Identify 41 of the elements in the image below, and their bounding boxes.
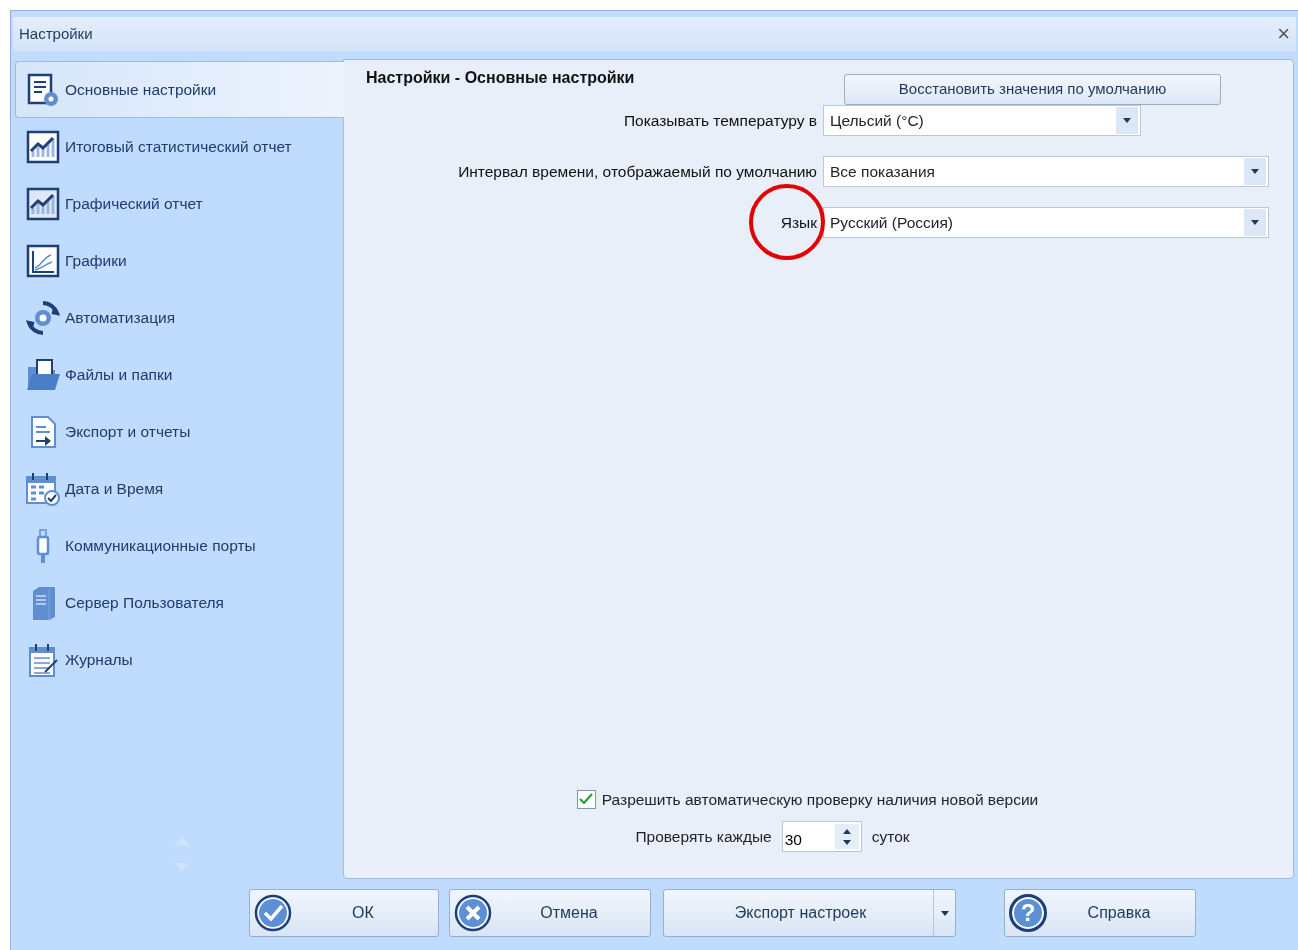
sidebar-item[interactable]: Экспорт и отчеты: [15, 403, 343, 460]
chart-icon: [25, 185, 61, 222]
sidebar-item[interactable]: Основные настройки: [15, 61, 344, 118]
sidebar-item[interactable]: Графики: [15, 232, 343, 289]
chart-icon: [25, 128, 61, 165]
unit-label: суток: [871, 826, 910, 847]
checkbox-label: Разрешить автоматическую проверку наличия новой версии: [601, 789, 1039, 810]
sidebar-item[interactable]: Графический отчет: [15, 175, 343, 232]
dropdown[interactable]: Все показания: [823, 156, 1269, 187]
spinner-arrows-icon[interactable]: [834, 824, 859, 849]
sidebar-item[interactable]: Итоговый статистический отчет: [15, 118, 343, 175]
settings-icon: [25, 71, 61, 108]
sync-icon: [25, 299, 61, 336]
setting-label: Показывать температуру в: [623, 110, 817, 131]
restore-defaults-button[interactable]: Восстановить значения по умолчанию: [844, 74, 1221, 105]
check-icon: [254, 894, 292, 932]
sidebar-item[interactable]: Автоматизация: [15, 289, 343, 346]
close-icon: [454, 894, 492, 932]
dialog-button[interactable]: Отмена: [449, 889, 651, 937]
checkbox[interactable]: [576, 789, 596, 809]
sidebar-item[interactable]: Сервер Пользователя: [15, 574, 343, 631]
graph-icon: [25, 242, 61, 279]
folder-icon: [25, 356, 61, 393]
dialog-button[interactable]: ? Справка: [1004, 889, 1196, 937]
calendar-icon: [25, 470, 61, 507]
number-spinner[interactable]: 30: [781, 821, 862, 852]
window-title: Настройки: [19, 23, 93, 44]
dropdown[interactable]: Цельсий (°C): [823, 105, 1141, 136]
panel-heading: Настройки - Основные настройки: [366, 68, 635, 88]
number-field[interactable]: 30: [782, 822, 833, 851]
sidebar-item[interactable]: Файлы и папки: [15, 346, 343, 403]
help-icon: ?: [1009, 894, 1047, 932]
interval-label: Проверять каждые: [635, 826, 772, 847]
sidebar-item[interactable]: Коммуникационные порты: [15, 517, 343, 574]
setting-label: Интервал времени, отображаемый по умолчанию: [458, 161, 817, 182]
close-button[interactable]: ×: [1277, 23, 1290, 45]
dialog-button[interactable]: ОК: [249, 889, 439, 937]
sidebar-item[interactable]: Дата и Время: [15, 460, 343, 517]
sidebar-item[interactable]: Журналы: [15, 631, 343, 688]
dropdown[interactable]: Русский (Россия): [823, 207, 1269, 238]
split-button[interactable]: Экспорт настроек: [663, 889, 956, 937]
